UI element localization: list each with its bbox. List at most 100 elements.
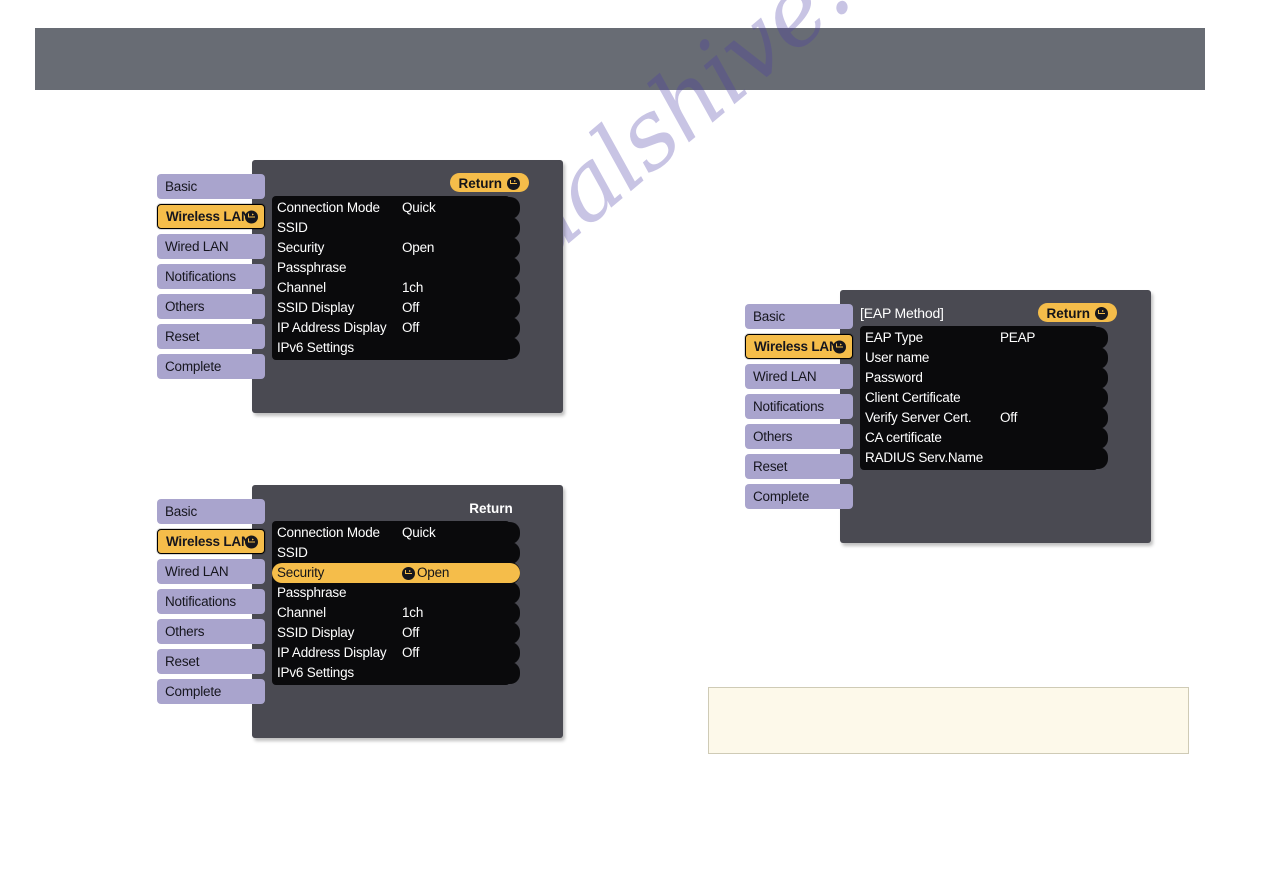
menu-row[interactable]: Connection Mode Quick (272, 198, 520, 218)
menu-row-value: Open (402, 240, 435, 255)
menu-row-label: Security (277, 240, 325, 255)
return-button-3[interactable]: Return (1037, 303, 1117, 322)
sidebar-tab-basic[interactable]: Basic (157, 174, 265, 199)
menu-row-label: SSID Display (277, 300, 355, 315)
sidebar-tab-notifications[interactable]: Notifications (157, 264, 265, 289)
osd-panel-body-1: Return Connection Mode Quick SSID Security O… (252, 160, 563, 413)
sidebar-tab-label: Others (165, 624, 205, 639)
enter-icon (1095, 306, 1108, 320)
sidebar-tab-wireless-lan[interactable]: Wireless LAN (745, 334, 853, 359)
menu-row[interactable]: IP Address Display Off (272, 643, 520, 663)
menu-row-label: SSID (277, 220, 308, 235)
sidebar-tab-reset[interactable]: Reset (157, 324, 265, 349)
sidebar-tab-reset[interactable]: Reset (157, 649, 265, 674)
sidebar-tab-label: Complete (165, 684, 222, 699)
osd-sidebar-tabs-1: Basic Wireless LAN Wired LAN Notifications O… (157, 174, 265, 384)
sidebar-tab-label: Wireless LAN (166, 534, 251, 549)
osd-header-3: [EAP Method] Return (860, 303, 1139, 325)
note-box (708, 687, 1189, 754)
sidebar-tab-wired-lan[interactable]: Wired LAN (157, 559, 265, 584)
projector-osd-wireless-lan-1: Return Connection Mode Quick SSID Security O… (157, 160, 563, 413)
return-button-label-3: Return (1046, 305, 1091, 321)
sidebar-tab-notifications[interactable]: Notifications (157, 589, 265, 614)
sidebar-tab-label: Notifications (165, 269, 236, 284)
projector-osd-wireless-lan-2: Return Connection Mode Quick SSID Security O… (157, 485, 563, 738)
sidebar-tab-label: Basic (753, 309, 786, 324)
sidebar-tab-wired-lan[interactable]: Wired LAN (157, 234, 265, 259)
sidebar-tab-wireless-lan[interactable]: Wireless LAN (157, 529, 265, 554)
menu-row-label: IPv6 Settings (277, 665, 354, 680)
return-button-1[interactable]: Return (449, 173, 529, 192)
menu-row-value: Quick (402, 200, 436, 215)
sidebar-tab-complete[interactable]: Complete (157, 679, 265, 704)
menu-row-label: Connection Mode (277, 200, 380, 215)
menu-row-label: SSID (277, 545, 308, 560)
sidebar-tab-label: Wired LAN (165, 239, 229, 254)
menu-row[interactable]: Passphrase (272, 258, 520, 278)
menu-row[interactable]: Passphrase (272, 583, 520, 603)
osd-panel-body-3: [EAP Method] Return EAP Type PEAP User nam… (840, 290, 1151, 543)
osd-menu-list-2: Connection Mode Quick SSID Security Open Pass… (272, 521, 520, 689)
menu-row[interactable]: IPv6 Settings (272, 338, 520, 358)
menu-row[interactable]: Security Open (272, 563, 520, 583)
menu-row-label: Channel (277, 605, 326, 620)
menu-row-label: Connection Mode (277, 525, 380, 540)
sidebar-tab-reset[interactable]: Reset (745, 454, 853, 479)
sidebar-tab-basic[interactable]: Basic (745, 304, 853, 329)
menu-row-label: SSID Display (277, 625, 355, 640)
menu-row[interactable]: SSID (272, 543, 520, 563)
sidebar-tab-others[interactable]: Others (745, 424, 853, 449)
osd-header-2: Return (272, 498, 551, 520)
menu-row-value: Off (402, 320, 420, 335)
osd-header-1: Return (272, 173, 551, 195)
sidebar-tab-label: Wired LAN (165, 564, 229, 579)
sidebar-tab-label: Reset (753, 459, 788, 474)
enter-icon (245, 210, 258, 223)
menu-row-value-text: Open (417, 565, 450, 580)
sidebar-tab-wired-lan[interactable]: Wired LAN (745, 364, 853, 389)
menu-row-label: CA certificate (865, 430, 942, 445)
menu-row-label: Passphrase (277, 260, 347, 275)
sidebar-tab-others[interactable]: Others (157, 619, 265, 644)
sidebar-tab-label: Complete (165, 359, 222, 374)
menu-row[interactable]: Security Open (272, 238, 520, 258)
return-button-2[interactable]: Return (453, 498, 529, 517)
menu-row[interactable]: IPv6 Settings (272, 663, 520, 683)
menu-row-label: EAP Type (865, 330, 923, 345)
sidebar-tab-basic[interactable]: Basic (157, 499, 265, 524)
menu-row[interactable]: Channel 1ch (272, 603, 520, 623)
menu-row-label: RADIUS Serv.Name (865, 450, 984, 465)
menu-row-value: PEAP (1000, 330, 1036, 345)
enter-icon (245, 535, 258, 548)
sidebar-tab-wireless-lan[interactable]: Wireless LAN (157, 204, 265, 229)
menu-row[interactable]: Verify Server Cert. Off (860, 408, 1108, 428)
menu-row[interactable]: Client Certificate (860, 388, 1108, 408)
sidebar-tab-others[interactable]: Others (157, 294, 265, 319)
sidebar-tab-notifications[interactable]: Notifications (745, 394, 853, 419)
sidebar-tab-label: Complete (753, 489, 810, 504)
menu-row[interactable]: SSID Display Off (272, 298, 520, 318)
sidebar-tab-complete[interactable]: Complete (745, 484, 853, 509)
menu-row[interactable]: CA certificate (860, 428, 1108, 448)
menu-row-value: Open (402, 563, 449, 583)
projector-osd-eap-method: [EAP Method] Return EAP Type PEAP User nam… (745, 290, 1151, 543)
menu-row[interactable]: User name (860, 348, 1108, 368)
menu-row[interactable]: Password (860, 368, 1108, 388)
menu-row[interactable]: Channel 1ch (272, 278, 520, 298)
menu-row-label: Password (865, 370, 923, 385)
menu-row[interactable]: EAP Type PEAP (860, 328, 1108, 348)
sidebar-tab-complete[interactable]: Complete (157, 354, 265, 379)
sidebar-tab-label: Reset (165, 654, 200, 669)
sidebar-tab-label: Reset (165, 329, 200, 344)
menu-row[interactable]: Connection Mode Quick (272, 523, 520, 543)
menu-row[interactable]: IP Address Display Off (272, 318, 520, 338)
menu-row[interactable]: SSID Display Off (272, 623, 520, 643)
menu-row-value: Off (1000, 410, 1018, 425)
menu-row[interactable]: RADIUS Serv.Name (860, 448, 1108, 468)
sidebar-tab-label: Notifications (165, 594, 236, 609)
menu-row-value: Off (402, 645, 420, 660)
enter-icon (507, 176, 520, 190)
menu-row[interactable]: SSID (272, 218, 520, 238)
menu-row-value: 1ch (402, 605, 424, 620)
menu-row-value: Off (402, 625, 420, 640)
